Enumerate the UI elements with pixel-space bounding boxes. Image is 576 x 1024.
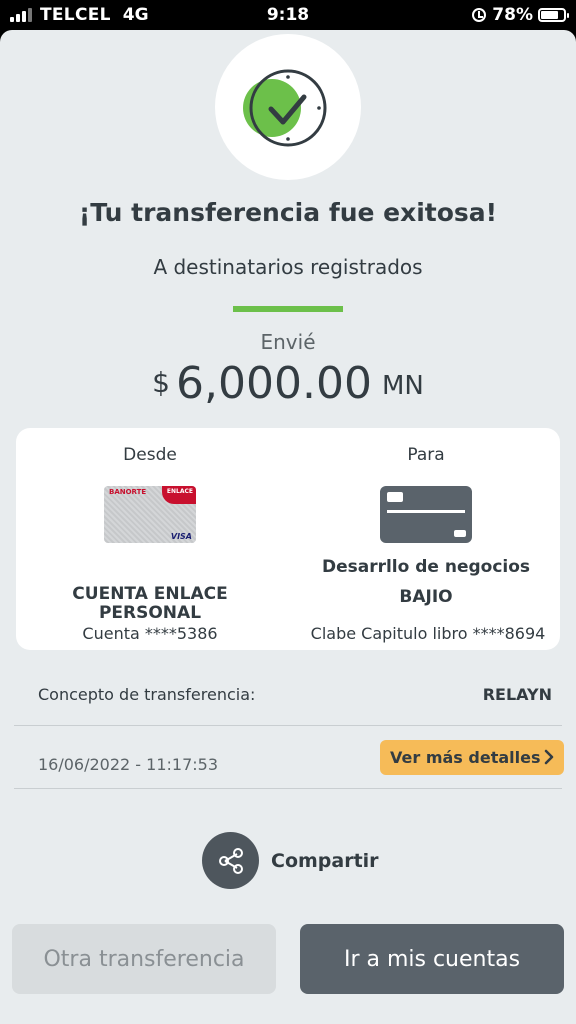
other-transfer-button[interactable]: Otra transferencia	[12, 924, 276, 994]
visa-logo: VISA	[170, 532, 192, 541]
concept-label: Concepto de transferencia:	[38, 685, 256, 704]
battery-percentage: 78%	[492, 5, 533, 25]
currency-code: MN	[381, 371, 424, 401]
more-details-label: Ver más detalles	[390, 748, 541, 767]
destination-clabe: Clabe Capitulo libro ****8694	[310, 624, 546, 643]
source-account-name-line1: CUENTA ENLACE	[72, 584, 228, 604]
chevron-right-icon	[544, 749, 554, 765]
destination-card-icon	[380, 486, 472, 543]
divider	[14, 788, 562, 789]
receipt-sheet: ¡Tu transferencia fue exitosa! A destina…	[0, 30, 576, 1024]
source-account-name-line2: PERSONAL	[98, 603, 202, 623]
accent-divider	[233, 306, 343, 312]
card-bank-name: BANORTE	[109, 488, 147, 496]
alarm-icon	[472, 8, 487, 22]
share-icon	[218, 847, 243, 874]
card-chip	[387, 492, 403, 502]
from-label: Desde	[123, 445, 177, 465]
card-stripe	[387, 510, 465, 513]
destination-name-line1: Desarrllo de negocios	[321, 557, 531, 577]
amount-value: 6,000.00	[176, 358, 372, 409]
status-right: 78%	[472, 5, 569, 25]
success-badge	[215, 34, 361, 180]
battery-icon	[538, 8, 569, 22]
share-button[interactable]: Compartir	[202, 832, 379, 889]
currency-symbol: $	[152, 366, 170, 399]
page-title: ¡Tu transferencia fue exitosa!	[78, 198, 498, 227]
my-accounts-button[interactable]: Ir a mis cuentas	[300, 924, 564, 994]
transfer-datetime: 16/06/2022 - 11:17:53	[38, 755, 219, 774]
divider	[14, 725, 562, 726]
source-card-image: BANORTE ENLACE VISA	[104, 486, 196, 543]
destination-name-line2: BAJIO	[399, 587, 453, 607]
card-mark	[454, 530, 466, 537]
share-label: Compartir	[271, 849, 379, 872]
to-label: Para	[407, 445, 445, 465]
more-details-button[interactable]: Ver más detalles	[380, 740, 564, 775]
sent-label: Envié	[260, 330, 316, 354]
concept-value: RELAYN	[482, 685, 552, 704]
destination-name: Desarrllo de negocios BAJIO	[292, 552, 560, 612]
accounts-card: Desde Para BANORTE ENLACE VISA CUENTA EN…	[16, 428, 560, 650]
source-account-number: Cuenta ****5386	[82, 624, 218, 643]
amount: $6,000.00 MN	[0, 358, 576, 409]
share-icon-circle	[202, 832, 259, 889]
status-bar: TELCEL 4G 9:18 78%	[0, 0, 576, 30]
source-account-name: CUENTA ENLACE PERSONAL	[16, 585, 284, 623]
success-check-icon	[243, 69, 327, 147]
card-tab-text: ENLACE	[166, 488, 193, 495]
page-subtitle: A destinatarios registrados	[153, 255, 423, 279]
